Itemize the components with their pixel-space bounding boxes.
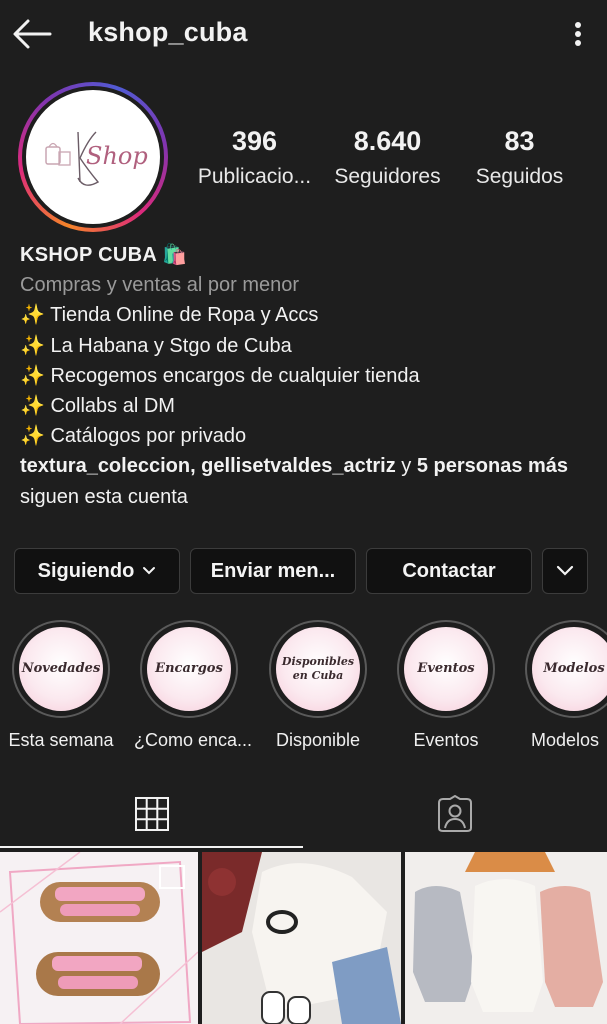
chevron-down-icon: [556, 565, 574, 576]
profile-avatar-story-ring[interactable]: Shop: [18, 82, 168, 232]
highlight-cover: Novedades: [19, 627, 103, 711]
highlight-cover: Disponibles en Cuba: [276, 627, 360, 711]
active-tab-indicator: [0, 846, 303, 848]
stat-followers[interactable]: 8.640 Seguidores: [320, 126, 455, 189]
stat-value: 8.640: [353, 126, 422, 156]
highlight-modelos[interactable]: Modelos Modelos: [513, 620, 607, 751]
bio-line: ✨ Collabs al DM: [20, 395, 175, 418]
kebab-menu-icon: [575, 22, 581, 46]
post-thumbnail-sandals[interactable]: [0, 852, 198, 1024]
stat-label: Seguidores: [334, 165, 441, 188]
stat-label: Seguidos: [475, 165, 564, 188]
followed-by-accounts: textura_coleccion, gellisetvaldes_actriz: [20, 455, 396, 478]
avatar: Shop: [26, 90, 160, 224]
profile-username: kshop_cuba: [88, 17, 248, 47]
stat-label: Publicacio...: [197, 165, 312, 188]
contact-button-label: Contactar: [402, 559, 496, 582]
suggested-accounts-button[interactable]: [542, 548, 588, 594]
post-thumbnail-jackets[interactable]: [405, 852, 607, 1024]
chevron-down-icon: [143, 567, 156, 575]
highlight-label: Esta semana: [8, 730, 114, 750]
followed-by[interactable]: textura_coleccion, gellisetvaldes_actriz…: [20, 451, 595, 511]
following-button[interactable]: Siguiendo: [14, 548, 180, 594]
highlight-eventos[interactable]: Eventos Eventos: [391, 620, 501, 751]
top-bar: kshop_cuba: [0, 0, 607, 68]
highlight-encargos[interactable]: Encargos ¿Como enca...: [134, 620, 253, 751]
message-button[interactable]: Enviar men...: [190, 548, 356, 594]
tab-posts-grid[interactable]: [0, 780, 303, 848]
back-button[interactable]: [10, 14, 54, 54]
followed-by-tail: siguen esta cuenta: [20, 485, 188, 508]
hoodie-image: [202, 852, 401, 1024]
profile-display-name: KSHOP CUBA 🛍️: [20, 244, 188, 266]
contact-button[interactable]: Contactar: [366, 548, 532, 594]
highlight-cover: Eventos: [404, 627, 488, 711]
stat-posts[interactable]: 396 Publicacio...: [187, 126, 322, 189]
stat-value: 83: [504, 126, 535, 156]
highlight-label: Eventos: [413, 730, 479, 750]
highlight-label: ¿Como enca...: [134, 730, 253, 750]
highlight-esta-semana[interactable]: Novedades Esta semana: [6, 620, 116, 751]
tagged-person-icon: [438, 795, 472, 832]
highlight-cover: Encargos: [147, 627, 231, 711]
bio-line: ✨ La Habana y Stgo de Cuba: [20, 334, 292, 357]
highlight-cover: Modelos: [532, 627, 607, 711]
followed-by-more: 5 personas más: [416, 455, 569, 478]
following-button-label: Siguiendo: [37, 559, 135, 582]
grid-icon: [134, 797, 169, 831]
post-thumbnail-hoodie[interactable]: [202, 852, 401, 1024]
profile-category: Compras y ventas al por menor: [20, 274, 300, 297]
sandals-image: [0, 852, 198, 1024]
message-button-label: Enviar men...: [210, 559, 336, 582]
svg-text:Shop: Shop: [86, 142, 148, 170]
stat-following[interactable]: 83 Seguidos: [452, 126, 587, 189]
arrow-left-icon: [13, 19, 52, 49]
kshop-logo: Shop: [45, 131, 148, 186]
highlight-label: Disponible: [275, 730, 361, 750]
profile-stats: 396 Publicacio... 8.640 Seguidores 83 Se…: [190, 126, 590, 196]
tab-tagged[interactable]: [303, 780, 607, 848]
followed-by-and: y: [395, 455, 417, 478]
bio-line: ✨ Tienda Online de Ropa y Accs: [20, 304, 319, 327]
jackets-image: [405, 852, 607, 1024]
highlight-label: Modelos: [531, 730, 600, 750]
more-options-button[interactable]: [562, 14, 594, 54]
bio-line: ✨ Recogemos encargos de cualquier tienda: [20, 364, 420, 387]
stat-value: 396: [231, 126, 278, 156]
highlight-disponible[interactable]: Disponibles en Cuba Disponible: [263, 620, 373, 751]
profile-bio: KSHOP CUBA 🛍️ Compras y ventas al por me…: [20, 240, 595, 512]
bio-line: ✨ Catálogos por privado: [20, 425, 247, 448]
